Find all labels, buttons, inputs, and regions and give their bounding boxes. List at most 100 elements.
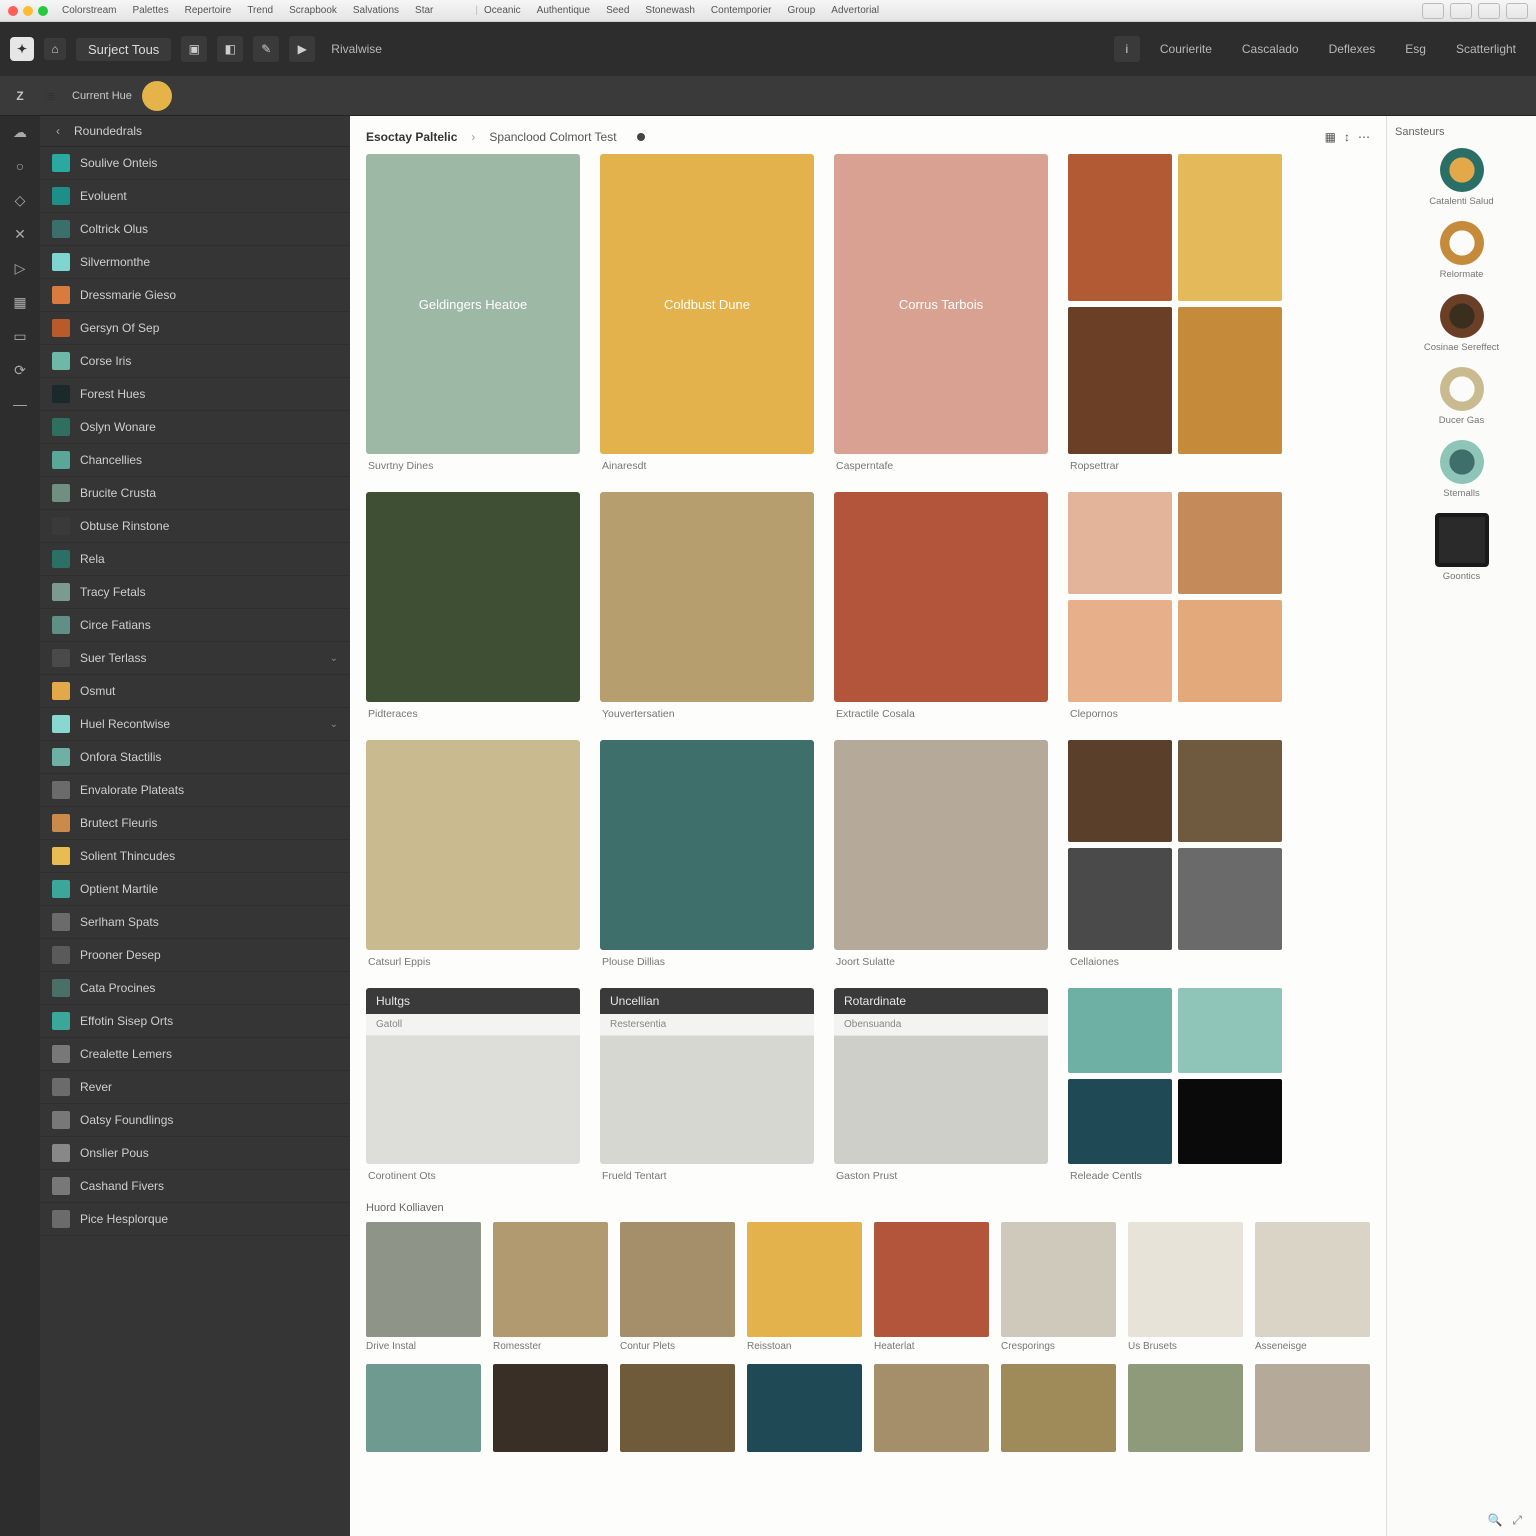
cloud-icon[interactable]: ☁ <box>10 122 30 142</box>
sidebar-item[interactable]: Cashand Fivers <box>40 1170 350 1203</box>
labeled-palette-card[interactable]: Uncellian Restersentia Frueld Tentart <box>600 988 814 1192</box>
sidebar-item[interactable]: Optient Martile <box>40 873 350 906</box>
sidebar-item[interactable]: Coltrick Olus <box>40 213 350 246</box>
layers-icon[interactable]: ≣ <box>40 85 62 107</box>
palette-card[interactable]: Plouse Dillias <box>600 740 814 982</box>
header-tab[interactable]: Esg <box>1395 42 1436 56</box>
palette-grid-card[interactable]: Ropsettrar <box>1068 154 1282 486</box>
color-chip[interactable] <box>1255 1364 1370 1452</box>
sidebar-item[interactable]: Rela <box>40 543 350 576</box>
palette-card[interactable]: Geldingers Heatoe Suvrtny Dines <box>366 154 580 486</box>
sidebar-item[interactable]: Silvermonthe <box>40 246 350 279</box>
window-controls[interactable] <box>8 6 48 16</box>
wand-icon[interactable]: ✎ <box>253 36 279 62</box>
palette-card[interactable]: Corrus Tarbois Casperntafe <box>834 154 1048 486</box>
diamond-icon[interactable]: ◇ <box>10 190 30 210</box>
sidebar-item[interactable]: Gersyn Of Sep <box>40 312 350 345</box>
more-icon[interactable]: ⋯ <box>1358 130 1370 144</box>
labeled-palette-card[interactable]: Rotardinate Obensuanda Gaston Prust <box>834 988 1048 1192</box>
color-chip[interactable]: Cresporings <box>1001 1222 1116 1360</box>
bookmark-icon[interactable]: ▣ <box>181 36 207 62</box>
sidebar-item[interactable]: Corse Iris <box>40 345 350 378</box>
color-chip[interactable]: Romesster <box>493 1222 608 1360</box>
sidebar-item[interactable]: Envalorate Plateats <box>40 774 350 807</box>
sidebar-item[interactable]: Solient Thincudes <box>40 840 350 873</box>
swatch-cell[interactable] <box>1068 600 1172 702</box>
maximize-window-icon[interactable] <box>38 6 48 16</box>
menu-item[interactable]: Oceanic <box>484 5 521 16</box>
sidebar-item[interactable]: Cata Procines <box>40 972 350 1005</box>
palette-grid-card[interactable]: Releade Centls <box>1068 988 1282 1192</box>
swatch-cell[interactable] <box>1068 307 1172 454</box>
rect-icon[interactable]: ▭ <box>10 326 30 346</box>
sidebar-back[interactable]: ‹ Roundedrals <box>40 116 350 147</box>
menu-item[interactable]: Salvations <box>353 5 399 16</box>
menu-item[interactable]: Seed <box>606 5 629 16</box>
swatch-cell[interactable] <box>1178 740 1282 842</box>
swatch-cell[interactable] <box>1178 492 1282 594</box>
app-logo-icon[interactable]: ✦ <box>10 37 34 61</box>
search-icon[interactable]: 🔍 <box>1487 1513 1502 1528</box>
sidebar-item[interactable]: Evoluent <box>40 180 350 213</box>
menu-item[interactable]: Authentique <box>537 5 590 16</box>
labeled-palette-card[interactable]: Hultgs Gatoll Corotinent Ots <box>366 988 580 1192</box>
color-chip[interactable] <box>1001 1364 1116 1452</box>
tool-chip-icon[interactable] <box>1450 3 1472 19</box>
sidebar-item[interactable]: Onfora Stactilis <box>40 741 350 774</box>
color-chip[interactable] <box>620 1364 735 1452</box>
sidebar-item[interactable]: Oatsy Foundlings <box>40 1104 350 1137</box>
color-chip[interactable]: Contur Plets <box>620 1222 735 1360</box>
line-icon[interactable]: — <box>10 394 30 414</box>
play-icon[interactable]: ▶ <box>289 36 315 62</box>
swatch-cell[interactable] <box>1068 492 1172 594</box>
breadcrumb-sub[interactable]: Spanclood Colmort Test <box>489 130 616 144</box>
swatch-cell[interactable] <box>1068 988 1172 1073</box>
header-tab[interactable]: Deflexes <box>1319 42 1386 56</box>
home-icon[interactable]: ⌂ <box>44 38 66 60</box>
info-icon[interactable]: i <box>1114 36 1140 62</box>
right-panel-item[interactable]: Cosinae Sereffect <box>1395 294 1528 353</box>
sidebar-item[interactable]: Crealette Lemers <box>40 1038 350 1071</box>
swatch-cell[interactable] <box>1178 848 1282 950</box>
sidebar-item[interactable]: Serlham Spats <box>40 906 350 939</box>
color-chip[interactable] <box>1128 1364 1243 1452</box>
swatch-cell[interactable] <box>1068 740 1172 842</box>
header-tab[interactable]: Cascalado <box>1232 42 1309 56</box>
color-chip[interactable]: Asseneisge <box>1255 1222 1370 1360</box>
color-chip[interactable] <box>747 1364 862 1452</box>
menu-item[interactable]: Star <box>415 5 433 16</box>
palette-card[interactable]: Coldbust Dune Ainaresdt <box>600 154 814 486</box>
project-title[interactable]: Surject Tous <box>76 38 171 61</box>
menu-item[interactable]: Trend <box>247 5 273 16</box>
palette-grid-card[interactable]: Cellaiones <box>1068 740 1282 982</box>
x-icon[interactable]: ✕ <box>10 224 30 244</box>
right-panel-item[interactable]: Relormate <box>1395 221 1528 280</box>
sort-icon[interactable]: ↕ <box>1344 130 1350 144</box>
swatches-icon[interactable]: ◧ <box>217 36 243 62</box>
right-panel-item[interactable]: Ducer Gas <box>1395 367 1528 426</box>
palette-card[interactable]: Catsurl Eppis <box>366 740 580 982</box>
expand-icon[interactable]: ⤢ <box>1512 1513 1522 1528</box>
swatch-cell[interactable] <box>1068 154 1172 301</box>
swatch-cell[interactable] <box>1068 848 1172 950</box>
view-toggle-icon[interactable]: ▦ <box>1325 130 1336 144</box>
sidebar-item[interactable]: Tracy Fetals <box>40 576 350 609</box>
palette-grid-card[interactable]: Clepornos <box>1068 492 1282 734</box>
sidebar-item[interactable]: Forest Hues <box>40 378 350 411</box>
right-panel-item[interactable]: Goontics <box>1395 513 1528 582</box>
image-icon[interactable]: ▦ <box>10 292 30 312</box>
sidebar-item[interactable]: Effotin Sisep Orts <box>40 1005 350 1038</box>
sidebar-item[interactable]: Onslier Pous <box>40 1137 350 1170</box>
tool-chip-icon[interactable] <box>1478 3 1500 19</box>
swatch-cell[interactable] <box>1178 988 1282 1073</box>
palette-card[interactable]: Youvertersatien <box>600 492 814 734</box>
menu-item[interactable]: Colorstream <box>62 5 116 16</box>
color-chip[interactable] <box>874 1364 989 1452</box>
color-chip[interactable] <box>493 1364 608 1452</box>
color-chip[interactable] <box>366 1364 481 1452</box>
tool-chip-icon[interactable] <box>1506 3 1528 19</box>
sidebar-item[interactable]: Brucite Crusta <box>40 477 350 510</box>
menu-item[interactable]: Scrapbook <box>289 5 337 16</box>
menu-item[interactable]: Repertoire <box>185 5 232 16</box>
color-chip[interactable]: Reisstoan <box>747 1222 862 1360</box>
